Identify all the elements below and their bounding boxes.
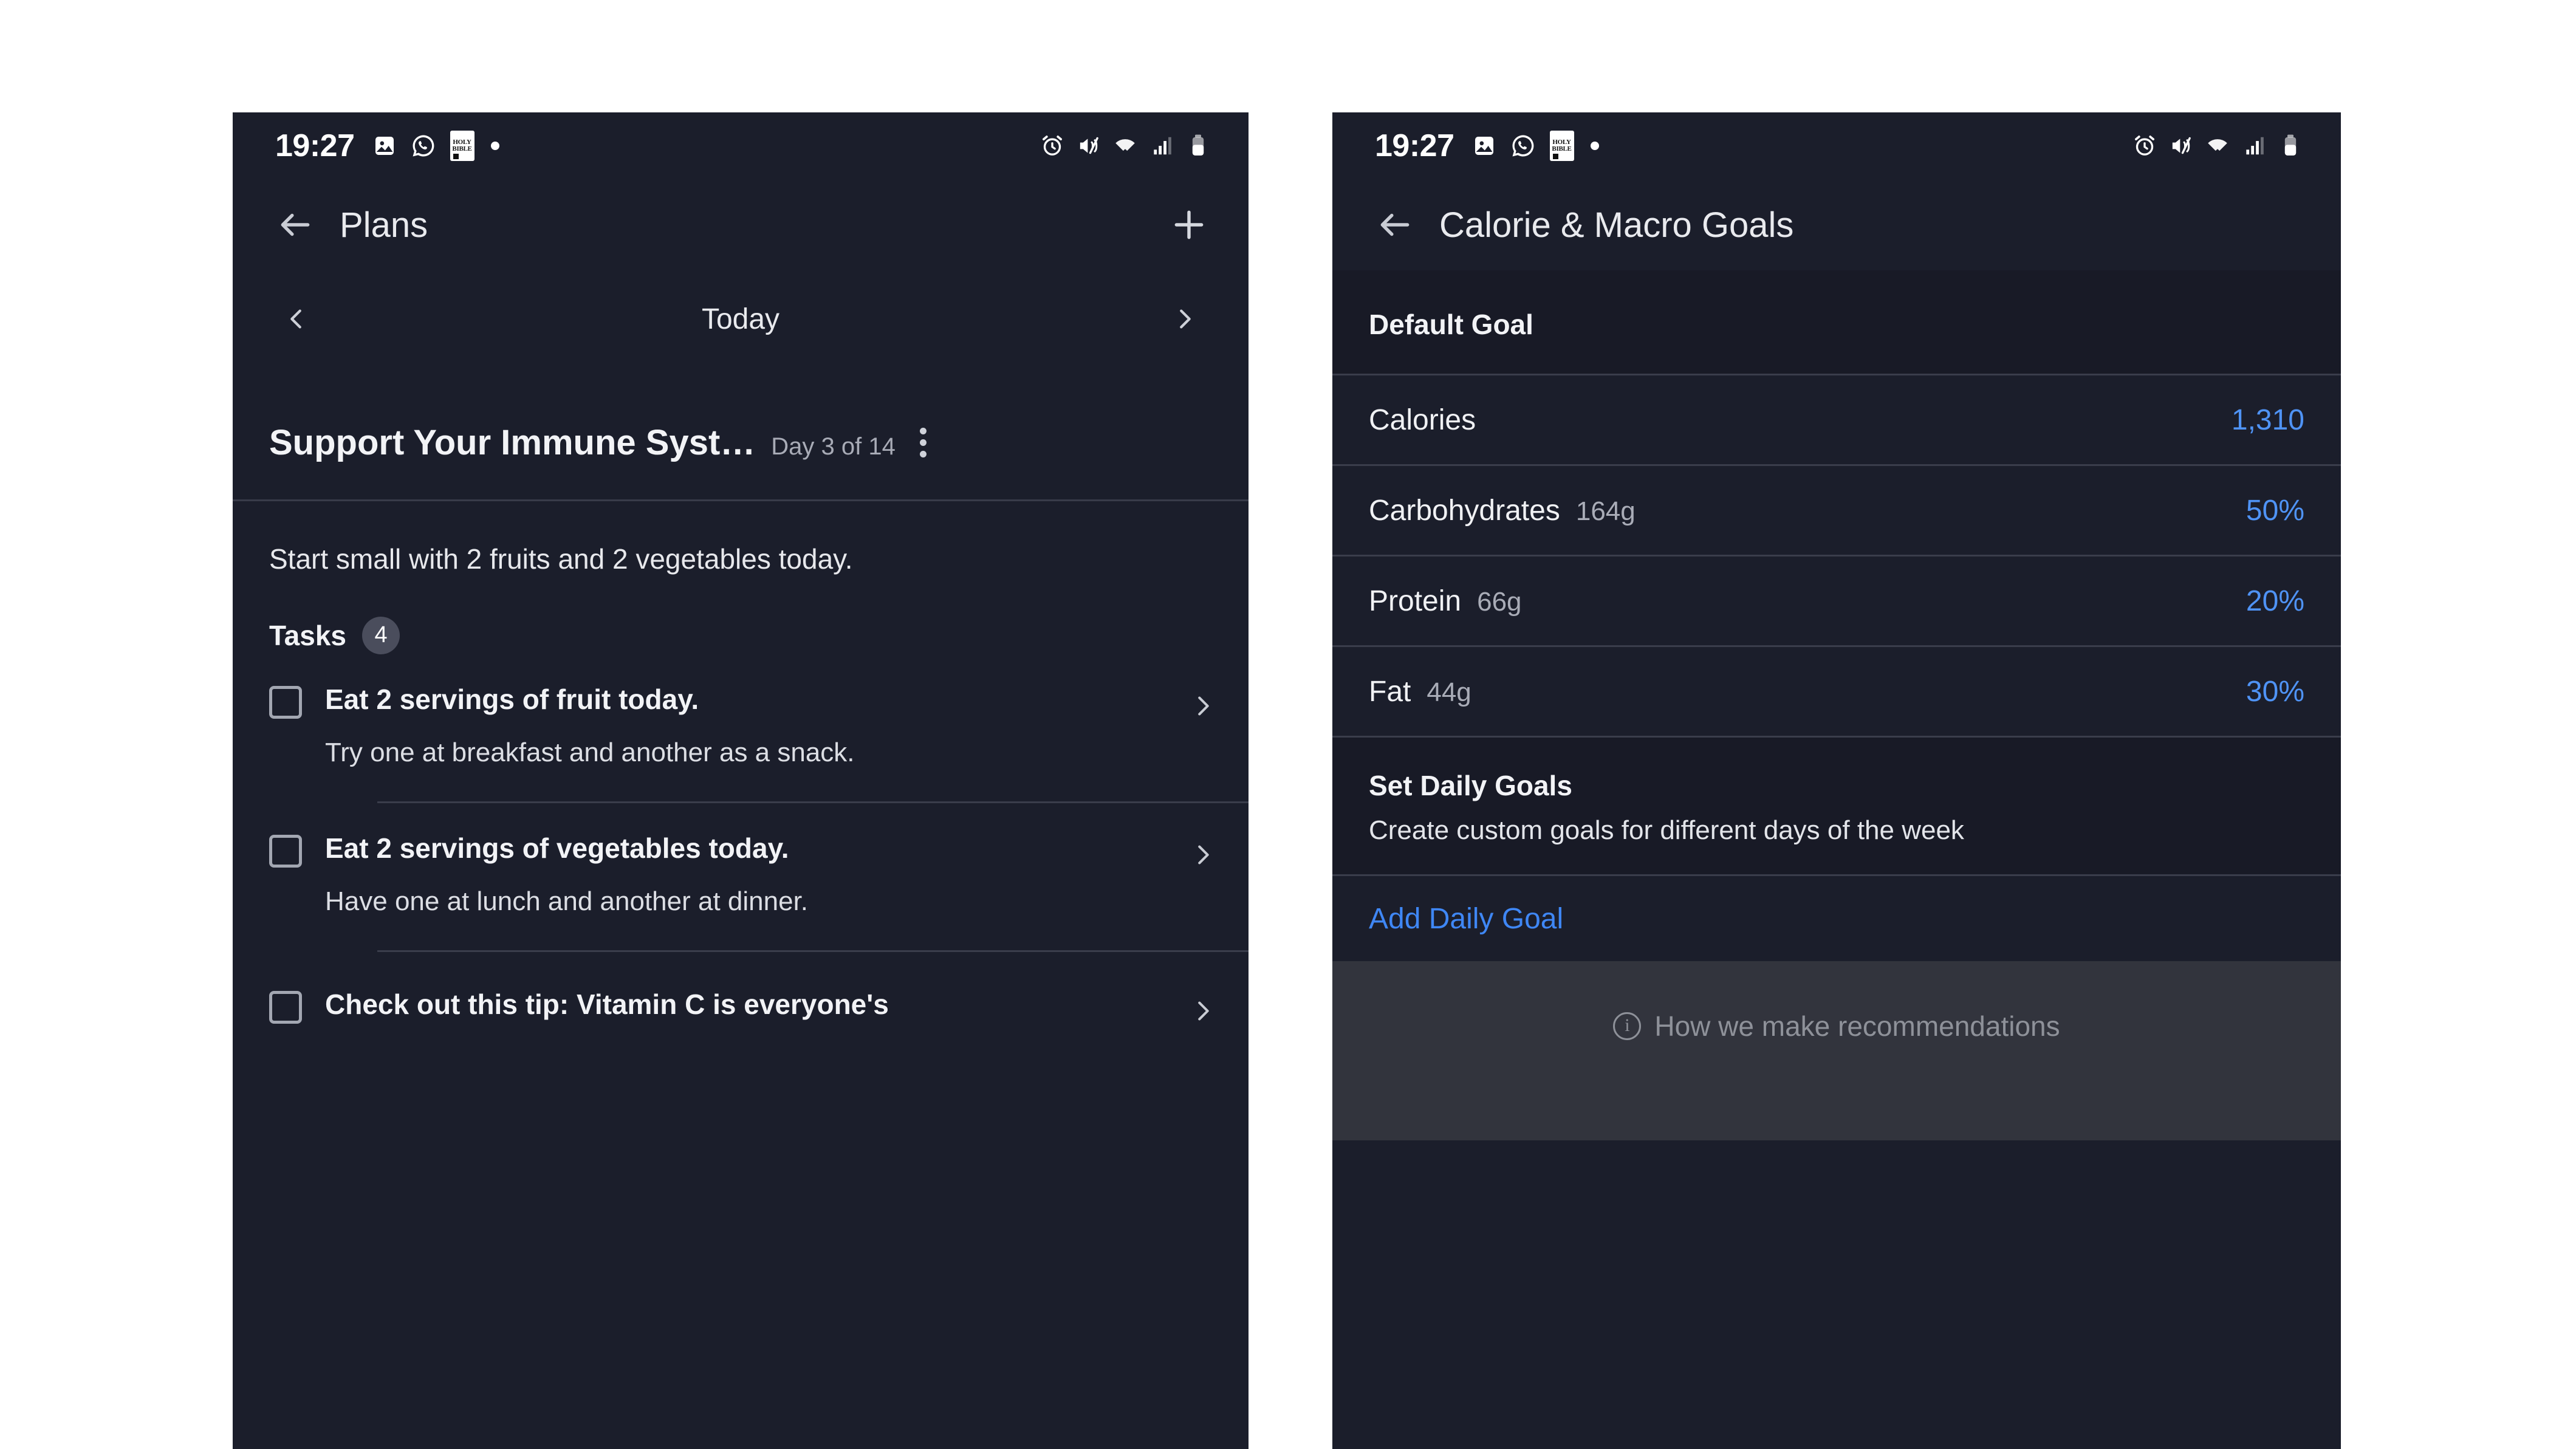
task-title: Check out this tip: Vitamin C is everyon… <box>325 988 889 1020</box>
footer-link-label: How we make recommendations <box>1654 1010 2060 1043</box>
set-daily-goals-section: Set Daily Goals Create custom goals for … <box>1332 738 2341 875</box>
signal-icon <box>2240 132 2268 160</box>
chevron-right-icon[interactable] <box>1182 685 1224 727</box>
mute-icon <box>2167 132 2195 160</box>
arrow-left-icon[interactable] <box>1369 199 1421 251</box>
signal-icon <box>1148 132 1176 160</box>
status-bar-right-group <box>1038 132 1212 160</box>
plan-day-counter: Day 3 of 14 <box>771 433 896 460</box>
bible-line-2: BIBLE <box>452 145 472 152</box>
task-checkbox[interactable] <box>269 990 302 1024</box>
date-navigation-strip: Today <box>233 270 1249 368</box>
goal-name: Fat <box>1369 675 1411 708</box>
task-checkbox[interactable] <box>269 834 302 868</box>
section-subtitle: Create custom goals for different days o… <box>1369 815 1964 845</box>
goal-label-group: Calories <box>1369 403 1492 437</box>
list-item[interactable]: Fat 44g 30% <box>1332 647 2341 736</box>
left-phone-screen: 19:27 HOLY BIBLE Plans Today Support You… <box>233 112 1249 1449</box>
tasks-section-header: Tasks 4 <box>233 578 1249 654</box>
plan-description: Start small with 2 fruits and 2 vegetabl… <box>269 543 853 575</box>
status-bar-right-group <box>2131 132 2304 160</box>
section-title: Set Daily Goals <box>1369 770 1572 801</box>
screenshot-canvas: 19:27 HOLY BIBLE Plans Today Support You… <box>0 0 2576 1449</box>
table-row[interactable]: Check out this tip: Vitamin C is everyon… <box>269 952 1249 1032</box>
task-subtitle: Have one at lunch and another at dinner. <box>325 886 809 917</box>
list-item[interactable]: Carbohydrates 164g 50% <box>1332 466 2341 555</box>
how-we-make-recommendations-link[interactable]: i How we make recommendations <box>1613 1010 2060 1043</box>
photo-icon <box>371 132 399 160</box>
task-title: Eat 2 servings of fruit today. <box>325 683 699 715</box>
chevron-right-icon[interactable] <box>1182 990 1224 1032</box>
task-list: Eat 2 servings of fruit today. Try one a… <box>233 654 1249 1032</box>
footer-area: i How we make recommendations <box>1332 961 2341 1141</box>
dot-indicator-icon <box>490 142 499 150</box>
left-nav-bar: Plans <box>233 179 1249 270</box>
whatsapp-icon <box>409 132 437 160</box>
dot-indicator-icon <box>1590 142 1599 150</box>
table-row[interactable]: Eat 2 servings of fruit today. Try one a… <box>269 654 1249 772</box>
bible-icon: HOLY BIBLE <box>448 131 476 161</box>
photo-icon <box>1470 132 1498 160</box>
status-time: 19:27 <box>275 128 355 163</box>
alarm-icon <box>2131 132 2159 160</box>
mute-icon <box>1075 132 1103 160</box>
task-content: Eat 2 servings of fruit today. Try one a… <box>302 682 1182 772</box>
list-item[interactable]: Protein 66g 20% <box>1332 557 2341 645</box>
section-title: Default Goal <box>1369 309 1533 340</box>
add-daily-goal-row[interactable]: Add Daily Goal <box>1332 876 2341 961</box>
task-title: Eat 2 servings of vegetables today. <box>325 832 789 864</box>
whatsapp-icon <box>1509 132 1537 160</box>
page-title: Plans <box>340 205 428 245</box>
tasks-count-badge: 4 <box>362 616 400 654</box>
info-circle-icon: i <box>1613 1012 1642 1041</box>
page-title: Calorie & Macro Goals <box>1439 205 1794 245</box>
wifi-icon <box>1111 132 1139 160</box>
plan-header[interactable]: Support Your Immune Syst… Day 3 of 14 <box>233 368 1249 499</box>
plus-icon[interactable] <box>1163 199 1215 251</box>
tasks-label: Tasks <box>269 619 347 651</box>
goal-name: Carbohydrates <box>1369 494 1560 527</box>
kebab-menu-icon[interactable] <box>911 423 935 462</box>
status-bar-right: 19:27 HOLY BIBLE <box>1332 112 2341 179</box>
goal-value: 30% <box>2245 675 2304 708</box>
plan-title: Support Your Immune Syst… <box>269 423 756 462</box>
bible-icon: HOLY BIBLE <box>1548 131 1576 161</box>
task-content: Eat 2 servings of vegetables today. Have… <box>302 831 1182 921</box>
task-subtitle: Try one at breakfast and another as a sn… <box>325 738 855 768</box>
chevron-right-icon[interactable] <box>1163 298 1206 340</box>
status-bar-left-group: 19:27 HOLY BIBLE <box>275 128 499 164</box>
arrow-left-icon[interactable] <box>269 199 321 251</box>
goal-name: Protein <box>1369 584 1462 617</box>
list-item[interactable]: Calories 1,310 <box>1332 375 2341 464</box>
chevron-right-icon[interactable] <box>1182 834 1224 876</box>
right-nav-bar: Calorie & Macro Goals <box>1332 179 2341 270</box>
goal-label-group: Fat 44g <box>1369 675 1471 708</box>
wifi-icon <box>2204 132 2232 160</box>
task-checkbox[interactable] <box>269 685 302 719</box>
goal-label-group: Protein 66g <box>1369 584 1522 618</box>
goal-value: 1,310 <box>2231 403 2304 436</box>
default-goal-section-header: Default Goal <box>1332 270 2341 374</box>
bible-line-2: BIBLE <box>1552 145 1572 152</box>
alarm-icon <box>1038 132 1066 160</box>
chevron-left-icon[interactable] <box>275 298 318 340</box>
goal-grams: 44g <box>1427 677 1471 707</box>
status-bar-left-group: 19:27 HOLY BIBLE <box>1375 128 1599 164</box>
goal-grams: 66g <box>1477 586 1522 617</box>
status-bar-left: 19:27 HOLY BIBLE <box>233 112 1249 179</box>
battery-icon <box>2276 132 2304 160</box>
task-content: Check out this tip: Vitamin C is everyon… <box>302 987 1182 1023</box>
right-phone-screen: 19:27 HOLY BIBLE Calorie & Macro Goals D… <box>1332 112 2341 1449</box>
goal-value: 50% <box>2245 494 2304 527</box>
table-row[interactable]: Eat 2 servings of vegetables today. Have… <box>269 803 1249 921</box>
goal-label-group: Carbohydrates 164g <box>1369 494 1636 527</box>
goal-value: 20% <box>2245 584 2304 617</box>
battery-icon <box>1184 132 1212 160</box>
status-time: 19:27 <box>1375 128 1454 163</box>
current-date-label: Today <box>701 303 780 335</box>
goal-name: Calories <box>1369 403 1476 436</box>
add-daily-goal-button[interactable]: Add Daily Goal <box>1369 902 1563 936</box>
goal-grams: 164g <box>1575 496 1636 526</box>
